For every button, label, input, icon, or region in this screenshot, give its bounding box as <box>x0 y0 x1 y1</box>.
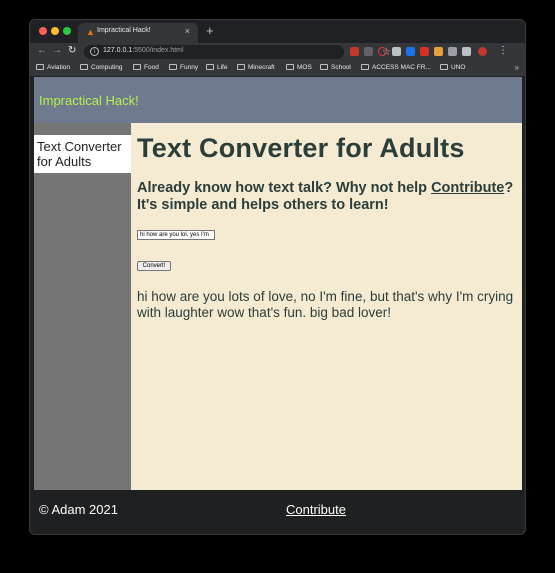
text-input[interactable]: hi how are you lol, yes I'm <box>137 230 215 240</box>
bookmarks-overflow-icon[interactable]: » <box>515 63 519 72</box>
folder-icon <box>206 64 214 70</box>
extension-icon[interactable] <box>350 47 359 56</box>
bookmark-item[interactable]: ACCESS MAC FR... <box>361 64 431 71</box>
main-content: Text Converter for Adults Already know h… <box>131 123 522 490</box>
sidebar: Text Converter for Adults <box>34 123 131 490</box>
folder-icon <box>169 64 177 70</box>
folder-icon <box>286 64 294 70</box>
tab-close-icon[interactable]: × <box>185 26 190 36</box>
info-icon[interactable]: i <box>90 47 99 56</box>
folder-icon <box>133 64 141 70</box>
back-icon[interactable]: ← <box>37 45 47 56</box>
site-header: Impractical Hack! <box>34 77 522 123</box>
reading-list-icon[interactable] <box>462 47 471 56</box>
converted-output: hi how are you lots of love, no I'm fine… <box>137 289 514 320</box>
minimize-window-button[interactable] <box>51 27 59 35</box>
sidebar-item-text-converter[interactable]: Text Converter for Adults <box>34 135 131 173</box>
page-title: Text Converter for Adults <box>137 133 465 163</box>
bookmark-item[interactable]: School <box>320 64 351 71</box>
folder-icon <box>36 64 44 70</box>
bookmark-item[interactable]: UNO <box>440 64 465 71</box>
forward-icon[interactable]: → <box>52 45 62 56</box>
maximize-window-button[interactable] <box>63 27 71 35</box>
new-tab-button[interactable]: + <box>206 23 214 38</box>
page-viewport: Impractical Hack! Text Converter for Adu… <box>34 77 522 534</box>
menu-icon[interactable]: ⋮ <box>498 45 508 56</box>
bookmark-item[interactable]: Aviation <box>36 64 70 71</box>
tab-title: Impractical Hack! <box>97 27 151 34</box>
url-text[interactable]: 127.0.0.1:5500/index.html <box>103 47 184 54</box>
avatar[interactable] <box>478 47 487 56</box>
extension-icon[interactable] <box>434 47 443 56</box>
copyright-text: © Adam 2021 <box>39 502 118 517</box>
intro-text: Already know how text talk? Why not help… <box>137 180 514 213</box>
browser-tab[interactable]: ▲ Impractical Hack! × <box>78 23 198 43</box>
extension-icon[interactable] <box>364 47 373 56</box>
extensions-icon[interactable] <box>448 47 457 56</box>
bookmark-icon <box>361 64 369 70</box>
extension-icon[interactable] <box>378 47 387 56</box>
browser-toolbar: ← → ↻ i 127.0.0.1:5500/index.html ☆ ⋮ <box>30 43 525 61</box>
address-bar[interactable]: i 127.0.0.1:5500/index.html ☆ <box>84 45 391 59</box>
bookmark-item[interactable]: MOS <box>286 64 312 71</box>
extension-icon[interactable] <box>420 47 429 56</box>
bookmark-item[interactable]: Life <box>206 64 227 71</box>
bookmark-icon <box>440 64 448 70</box>
contribute-link[interactable]: Contribute <box>431 180 504 196</box>
site-logo[interactable]: Impractical Hack! <box>39 93 139 108</box>
favicon-icon: ▲ <box>86 27 95 37</box>
close-window-button[interactable] <box>39 27 47 35</box>
footer-contribute-link[interactable]: Contribute <box>286 502 346 517</box>
folder-icon <box>237 64 245 70</box>
convert-button[interactable]: Convert! <box>137 261 171 271</box>
site-footer: © Adam 2021 Contribute <box>34 490 522 534</box>
bookmark-item[interactable]: Minecraft <box>237 64 275 71</box>
bookmark-item[interactable]: Funny <box>169 64 198 71</box>
folder-icon <box>320 64 328 70</box>
folder-icon <box>80 64 88 70</box>
extension-icon[interactable] <box>392 47 401 56</box>
reload-icon[interactable]: ↻ <box>68 45 76 56</box>
extension-icon[interactable] <box>406 47 415 56</box>
browser-window: ▲ Impractical Hack! × + ← → ↻ i 127.0.0.… <box>29 19 526 535</box>
bookmarks-bar: Aviation Computing Food Funny Life Minec… <box>30 61 525 77</box>
sidebar-item-label: Text Converter for Adults <box>37 139 122 169</box>
title-bar: ▲ Impractical Hack! × + <box>30 20 525 43</box>
bookmark-item[interactable]: Computing <box>80 64 122 71</box>
bookmark-item[interactable]: Food <box>133 64 159 71</box>
